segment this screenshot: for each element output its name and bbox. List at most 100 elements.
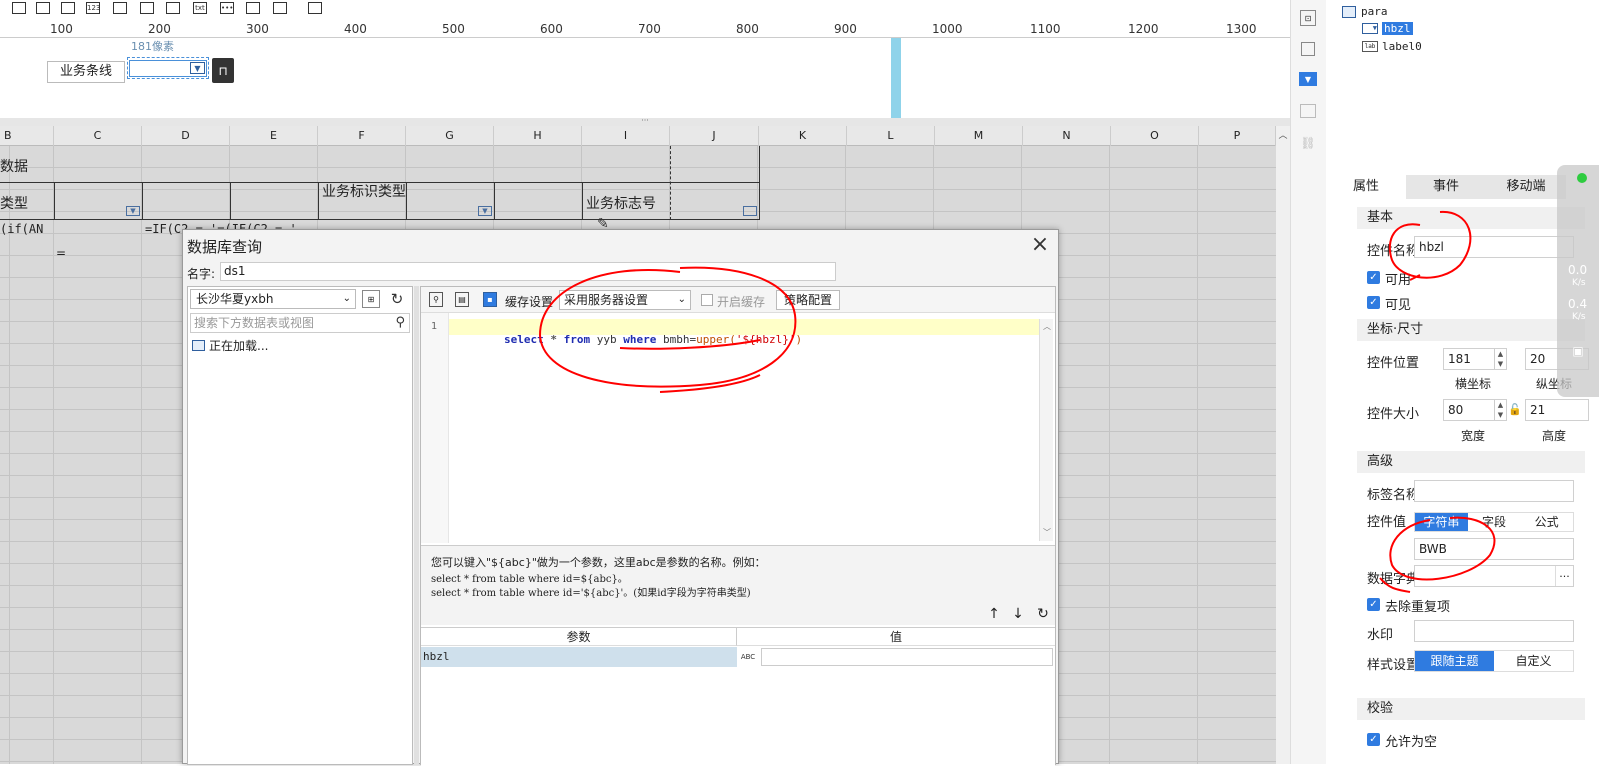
lock-ratio-icon[interactable]: 🔓: [1508, 402, 1522, 416]
sql-scrollbar[interactable]: ︿ ﹀: [1039, 319, 1053, 541]
dedupe-checkbox[interactable]: ✓: [1367, 598, 1380, 611]
widget-icon-2[interactable]: [36, 2, 50, 14]
cell-biz-id-type[interactable]: 业务标识类型: [322, 184, 406, 200]
watermark-input[interactable]: [1414, 620, 1574, 642]
col-header-f[interactable]: F: [318, 126, 406, 146]
section-advanced[interactable]: 高级: [1357, 451, 1585, 473]
col-header-k[interactable]: K: [759, 126, 847, 146]
control-name-input[interactable]: hbzl: [1414, 236, 1574, 258]
control-value-input[interactable]: BWB: [1414, 538, 1574, 560]
preview-icon[interactable]: ⊞: [362, 290, 380, 308]
tag-name-input[interactable]: [1414, 480, 1574, 502]
cell-dropdown-icon[interactable]: ▼: [126, 206, 140, 216]
col-header-j[interactable]: J: [670, 126, 759, 146]
more-icon[interactable]: [308, 2, 322, 14]
frame-icon[interactable]: [1301, 42, 1315, 56]
preview-sql-icon[interactable]: ⚲: [429, 292, 443, 307]
checkbox-icon[interactable]: [166, 2, 180, 14]
dropdown-icon[interactable]: ▼: [190, 62, 205, 74]
refresh-params-icon[interactable]: ↻: [1035, 606, 1051, 622]
cell-data-title[interactable]: 数据: [0, 156, 28, 176]
search-icon[interactable]: ⚲: [395, 314, 405, 332]
sql-editor[interactable]: select * from yyb where bmbh=upper('${hb…: [449, 313, 1039, 543]
splitter[interactable]: ···: [0, 117, 1290, 126]
value-type-field[interactable]: 字段: [1468, 513, 1521, 531]
col-header-p[interactable]: P: [1199, 126, 1276, 146]
table-search-input[interactable]: 搜索下方数据表或视图 ⚲: [190, 313, 410, 333]
scroll-up-icon[interactable]: ︿: [1040, 321, 1054, 331]
close-icon[interactable]: ×: [1028, 232, 1052, 257]
radio-icon[interactable]: [140, 2, 154, 14]
widget-icon-1[interactable]: [12, 2, 26, 14]
col-header-e[interactable]: E: [230, 126, 318, 146]
tree-node-hbzl[interactable]: ▼ hbzl: [1362, 22, 1413, 35]
cache-select[interactable]: 采用服务器设置 ⌄: [559, 290, 691, 310]
param-row[interactable]: hbzl: [421, 647, 737, 667]
arrow-up-icon[interactable]: ↑: [987, 606, 1001, 622]
more-options-icon[interactable]: ···: [1555, 566, 1573, 586]
name-input[interactable]: ds1: [220, 262, 836, 281]
tree-icon[interactable]: [273, 2, 287, 14]
col-header-i[interactable]: I: [582, 126, 670, 146]
text-icon[interactable]: txt: [193, 2, 207, 14]
col-header-o[interactable]: O: [1111, 126, 1199, 146]
width-stepper[interactable]: ▲ ▼: [1494, 400, 1506, 420]
widget-active-icon[interactable]: ▼: [1299, 72, 1317, 86]
unlock-icon[interactable]: ⊓: [212, 58, 234, 83]
list-icon[interactable]: [113, 2, 127, 14]
col-header-d[interactable]: D: [142, 126, 230, 146]
tree-node-label0[interactable]: lab label0: [1362, 40, 1422, 53]
col-header-n[interactable]: N: [1023, 126, 1111, 146]
tag-icon[interactable]: [246, 2, 260, 14]
component-icon[interactable]: ⊡: [1300, 10, 1316, 26]
section-validate[interactable]: 校验: [1357, 698, 1585, 720]
grid-icon[interactable]: [61, 2, 75, 14]
cell-type[interactable]: 类型: [0, 193, 28, 213]
data-dict-input[interactable]: [1414, 565, 1574, 587]
param-value-input[interactable]: [761, 648, 1053, 666]
value-type-formula[interactable]: 公式: [1520, 513, 1573, 531]
scroll-up-icon[interactable]: ︿: [1276, 128, 1290, 141]
cell-dropdown-icon[interactable]: ▼: [478, 206, 492, 216]
value-type-string[interactable]: 字符串: [1415, 513, 1468, 531]
password-icon[interactable]: •••: [220, 2, 234, 14]
refresh-icon[interactable]: ↻: [388, 290, 406, 308]
allow-empty-checkbox[interactable]: ✓: [1367, 733, 1380, 746]
tab-properties[interactable]: 属性: [1326, 175, 1406, 199]
cache-icon[interactable]: ▪: [483, 292, 497, 307]
section-coordinates[interactable]: 坐标·尺寸: [1357, 319, 1585, 341]
tab-events[interactable]: 事件: [1406, 175, 1486, 199]
enabled-checkbox[interactable]: ✓: [1367, 271, 1380, 284]
cell-biz-flag[interactable]: 业务标志号: [586, 193, 656, 213]
col-header-c[interactable]: C: [54, 126, 142, 146]
pane-splitter[interactable]: [414, 286, 419, 765]
form-label[interactable]: 业务条线: [47, 61, 125, 83]
cell-formula[interactable]: (if(AN: [0, 222, 43, 236]
save-icon[interactable]: ▤: [455, 292, 469, 307]
enable-cache-checkbox[interactable]: [701, 294, 713, 306]
arrow-down-icon[interactable]: ↓: [1011, 606, 1025, 622]
connection-select[interactable]: 长沙华夏yxbh ⌄: [190, 289, 356, 309]
scroll-down-icon[interactable]: ﹀: [1040, 527, 1054, 537]
height-input[interactable]: 21: [1525, 399, 1589, 421]
section-basic[interactable]: 基本: [1357, 207, 1585, 229]
cell-formula[interactable]: =: [56, 246, 66, 260]
col-header-g[interactable]: G: [406, 126, 494, 146]
col-header-l[interactable]: L: [847, 126, 935, 146]
strategy-button[interactable]: 策略配置: [776, 290, 840, 310]
sheet-scrollbar[interactable]: ︿: [1276, 126, 1290, 764]
col-header-m[interactable]: M: [935, 126, 1023, 146]
camera-icon[interactable]: ▣: [1568, 343, 1588, 359]
cell-dropdown-icon[interactable]: [743, 206, 757, 216]
link-icon[interactable]: ⛓: [1300, 136, 1316, 150]
visible-checkbox[interactable]: ✓: [1367, 296, 1380, 309]
style-follow-theme[interactable]: 跟随主题: [1415, 651, 1494, 671]
pos-x-stepper[interactable]: ▲ ▼: [1494, 349, 1506, 369]
col-header-b[interactable]: B: [0, 126, 54, 146]
style-custom[interactable]: 自定义: [1494, 651, 1573, 671]
layers-icon[interactable]: [1300, 104, 1316, 118]
col-header-h[interactable]: H: [494, 126, 582, 146]
tree-node-para[interactable]: para: [1342, 5, 1388, 18]
number-icon[interactable]: 123: [86, 2, 100, 14]
tab-mobile[interactable]: 移动端: [1486, 175, 1566, 199]
